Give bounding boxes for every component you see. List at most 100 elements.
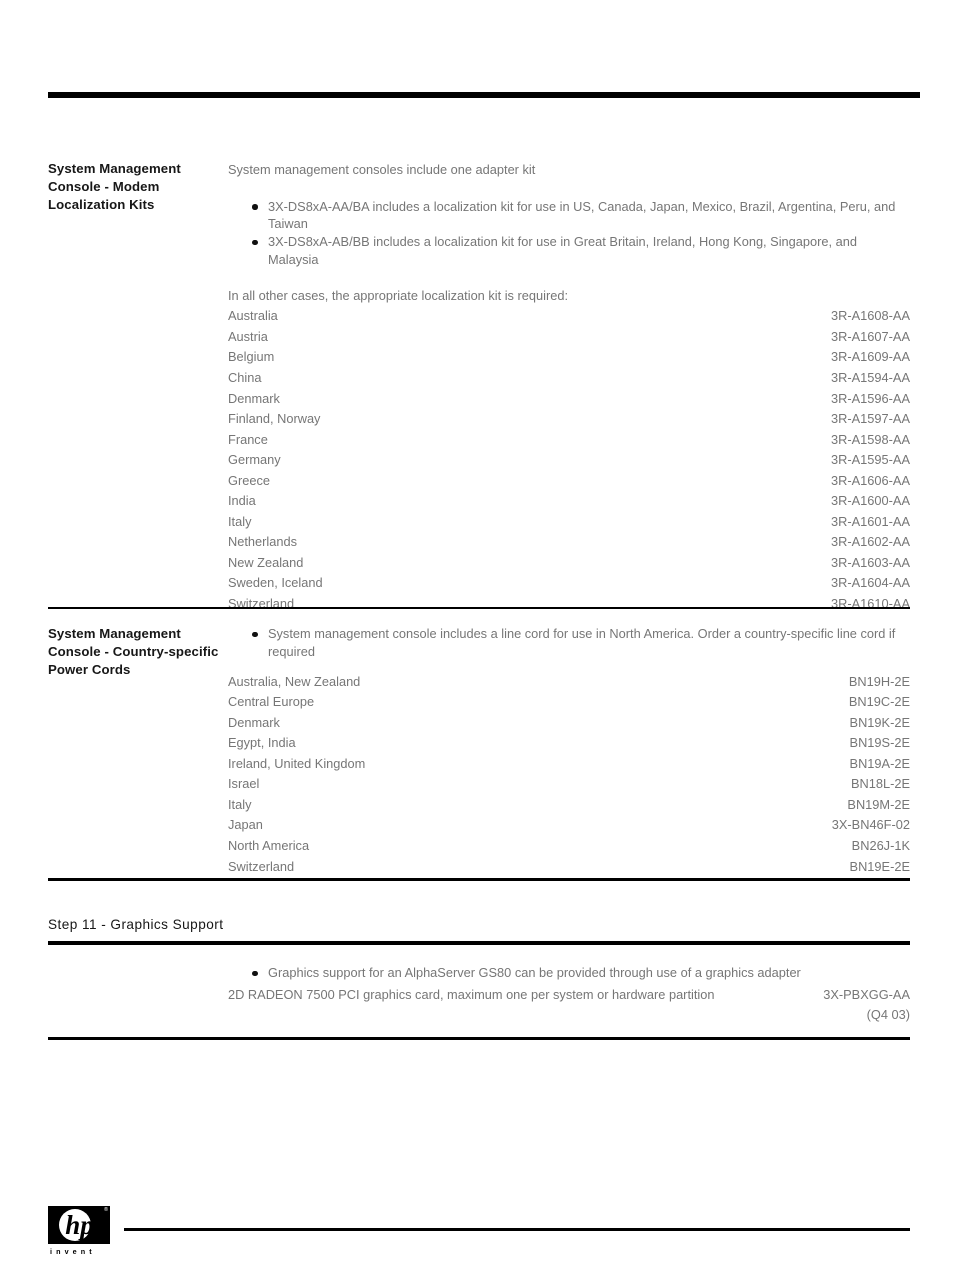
bullet-dot-icon xyxy=(252,239,258,246)
list-item: Graphics support for an AlphaServer GS80… xyxy=(228,964,910,982)
country-label: Japan xyxy=(228,817,263,833)
table-row: Egypt, India BN19S-2E xyxy=(228,733,910,754)
table-row: Belgium 3R-A1609-AA xyxy=(228,347,910,368)
table-row: India 3R-A1600-AA xyxy=(228,491,910,512)
table-row: Finland, Norway 3R-A1597-AA xyxy=(228,409,910,430)
hp-logo-tagline: invent xyxy=(50,1247,96,1256)
country-label: Egypt, India xyxy=(228,735,296,751)
bullet-list-adapter-kits: 3X-DS8xA-AA/BA includes a localization k… xyxy=(228,198,910,269)
part-number: BN19C-2E xyxy=(848,694,910,710)
country-label: Netherlands xyxy=(228,534,298,550)
country-label: New Zealand xyxy=(228,554,304,570)
part-number: BN19H-2E xyxy=(848,673,910,689)
part-number: 3X-BN46F-02 xyxy=(831,817,910,833)
part-number: BN19A-2E xyxy=(849,755,910,771)
table-row: New Zealand 3R-A1603-AA xyxy=(228,553,910,574)
bullet-list-line-cord: System management console includes a lin… xyxy=(228,625,910,661)
part-number: BN26J-1K xyxy=(851,837,910,853)
bullet-dot-icon xyxy=(252,970,258,976)
country-label: Denmark xyxy=(228,390,280,406)
list-item-text: Graphics support for an AlphaServer GS80… xyxy=(268,965,801,980)
graphics-card-description: 2D RADEON 7500 PCI graphics card, maximu… xyxy=(228,986,715,1002)
part-number: 3R-A1610-AA xyxy=(831,596,910,612)
part-number: 3R-A1609-AA xyxy=(831,349,910,365)
graphics-card-table: 2D RADEON 7500 PCI graphics card, maximu… xyxy=(228,985,910,1025)
list-item: 3X-DS8xA-AA/BA includes a localization k… xyxy=(228,198,910,234)
table-row: Germany 3R-A1595-AA xyxy=(228,450,910,471)
part-number: 3R-A1598-AA xyxy=(831,431,910,447)
part-number: 3R-A1606-AA xyxy=(831,472,910,488)
country-label: China xyxy=(228,370,262,386)
section-divider-1 xyxy=(48,607,910,609)
table-row: Ireland, United Kingdom BN19A-2E xyxy=(228,754,910,775)
country-label: Greece xyxy=(228,472,270,488)
part-number: 3R-A1604-AA xyxy=(831,575,910,591)
country-label: Sweden, Iceland xyxy=(228,575,323,591)
table-row: Greece 3R-A1606-AA xyxy=(228,471,910,492)
hp-logo-mark-icon: hp ® xyxy=(48,1206,110,1244)
step-rule xyxy=(48,941,910,945)
table-row: Australia, New Zealand BN19H-2E xyxy=(228,672,910,693)
country-label: Switzerland xyxy=(228,596,295,612)
country-label: Central Europe xyxy=(228,694,315,710)
table-row: Switzerland 3R-A1610-AA xyxy=(228,594,910,615)
table-row: Australia 3R-A1608-AA xyxy=(228,306,910,327)
table-row: France 3R-A1598-AA xyxy=(228,430,910,451)
section-label-power-cords: System Management Console - Country-spec… xyxy=(48,626,219,678)
bullet-dot-icon xyxy=(252,204,258,210)
country-label: Ireland, United Kingdom xyxy=(228,755,366,771)
part-number: BN19M-2E xyxy=(847,796,910,812)
intro-text: System management consoles include one a… xyxy=(228,162,536,177)
table-row: Italy BN19M-2E xyxy=(228,795,910,816)
section-divider-2 xyxy=(48,878,910,881)
part-number: 3R-A1607-AA xyxy=(831,328,910,344)
country-label: Germany xyxy=(228,452,281,468)
footer-rule xyxy=(124,1228,910,1231)
section-body-graphics-support: Graphics support for an AlphaServer GS80… xyxy=(228,964,910,1024)
section-label-modem-localization-kits: System Management Console - Modem Locali… xyxy=(48,161,181,213)
power-cord-table: Australia, New Zealand BN19H-2E Central E… xyxy=(228,672,910,877)
country-label: Finland, Norway xyxy=(228,411,321,427)
registered-trademark-icon: ® xyxy=(103,1207,108,1213)
part-number: 3R-A1608-AA xyxy=(831,308,910,324)
document-page: System Management Console - Modem Locali… xyxy=(0,0,954,1272)
localization-kit-table: Australia 3R-A1608-AA Austria 3R-A1607-AA … xyxy=(228,306,910,614)
country-label: India xyxy=(228,493,256,509)
bullet-dot-icon xyxy=(252,631,258,637)
part-number: 3R-A1603-AA xyxy=(831,554,910,570)
page-title: Step 11 - Graphics Support xyxy=(48,917,224,932)
country-label: Switzerland xyxy=(228,858,295,874)
country-label: Italy xyxy=(228,513,252,529)
country-label: France xyxy=(228,431,268,447)
country-label: Italy xyxy=(228,796,252,812)
table-row: Netherlands 3R-A1602-AA xyxy=(228,532,910,553)
table-row: China 3R-A1594-AA xyxy=(228,368,910,389)
part-number: 3R-A1602-AA xyxy=(831,534,910,550)
country-label: Israel xyxy=(228,776,260,792)
country-label: Austria xyxy=(228,328,268,344)
part-number: BN19E-2E xyxy=(849,858,910,874)
availability-note: (Q4 03) xyxy=(866,1007,910,1023)
part-number: BN19K-2E xyxy=(849,714,910,730)
list-item: System management console includes a lin… xyxy=(228,625,910,661)
table-row: Central Europe BN19C-2E xyxy=(228,692,910,713)
section-body-power-cords: System management console includes a lin… xyxy=(228,625,910,877)
section-body-modem-localization-kits: System management consoles include one a… xyxy=(228,160,910,615)
hp-logo-wordmark: hp xyxy=(65,1210,94,1240)
list-item-text: 3X-DS8xA-AB/BB includes a localization k… xyxy=(268,234,857,267)
table-row: Denmark BN19K-2E xyxy=(228,713,910,734)
table-row: Switzerland BN19E-2E xyxy=(228,857,910,878)
part-number: 3R-A1594-AA xyxy=(831,370,910,386)
part-number: 3R-A1596-AA xyxy=(831,390,910,406)
table-row: Sweden, Iceland 3R-A1604-AA xyxy=(228,573,910,594)
table-row: 2D RADEON 7500 PCI graphics card, maximu… xyxy=(228,985,910,1006)
list-item-text: 3X-DS8xA-AA/BA includes a localization k… xyxy=(268,198,896,232)
table-row: Japan 3X-BN46F-02 xyxy=(228,815,910,836)
table-row: Austria 3R-A1607-AA xyxy=(228,327,910,348)
part-number: 3R-A1595-AA xyxy=(831,452,910,468)
table-row: Israel BN18L-2E xyxy=(228,774,910,795)
part-number: 3R-A1597-AA xyxy=(831,411,910,427)
part-number: BN19S-2E xyxy=(849,735,910,751)
header-rule xyxy=(48,92,920,98)
country-label: Australia xyxy=(228,308,278,324)
